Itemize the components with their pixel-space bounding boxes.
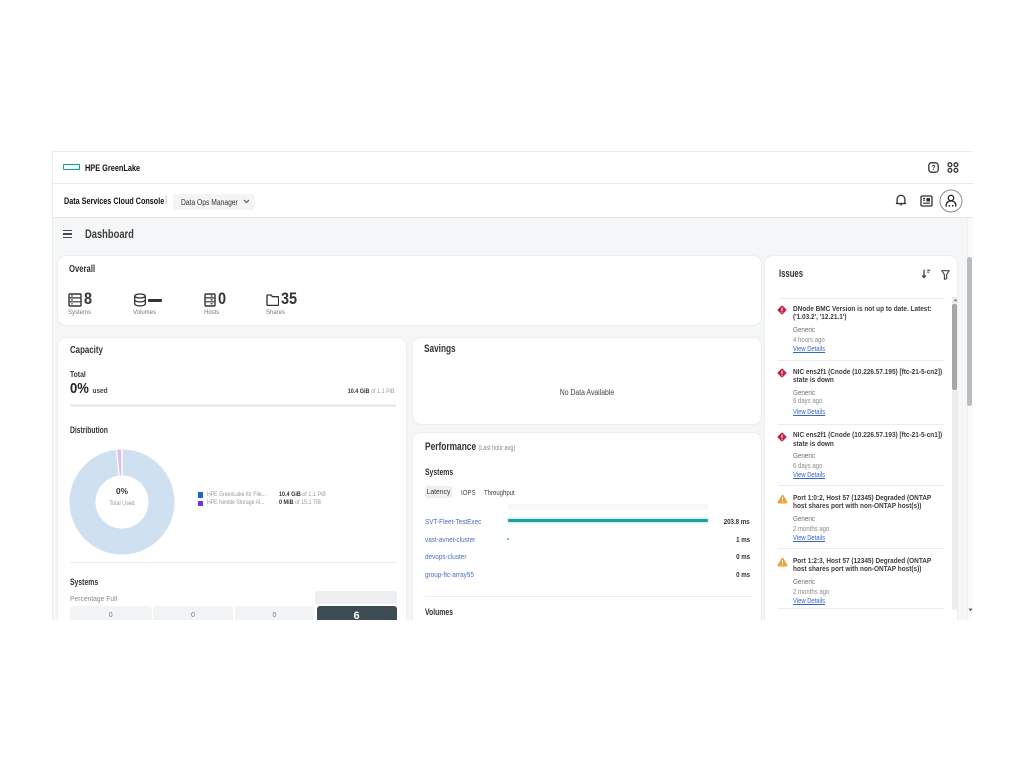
svg-text:0%: 0% bbox=[116, 486, 128, 496]
svg-text:?: ? bbox=[931, 163, 935, 172]
svg-text:Total Used: Total Used bbox=[110, 500, 135, 507]
